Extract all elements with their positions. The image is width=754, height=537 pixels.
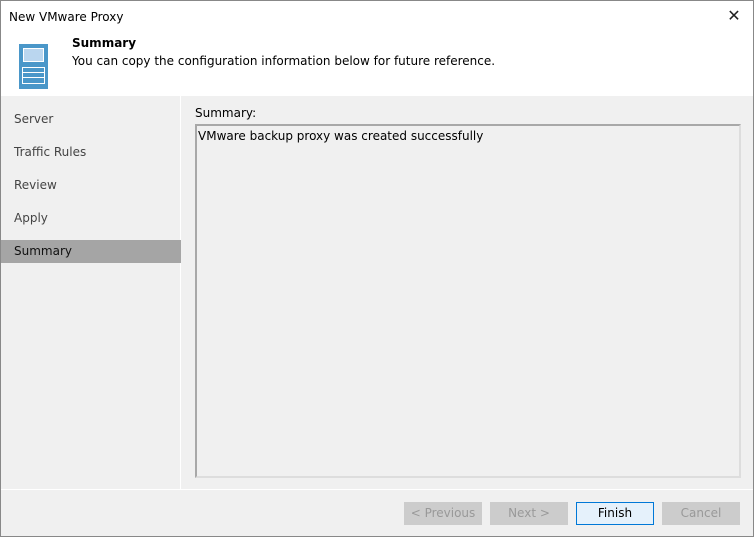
summary-textarea[interactable]: VMware backup proxy was created successf… [195, 124, 741, 478]
window-title: New VMware Proxy [9, 10, 124, 24]
footer: < Previous Next > Finish Cancel [1, 489, 753, 536]
next-button[interactable]: Next > [490, 502, 568, 525]
step-traffic-rules[interactable]: Traffic Rules [1, 141, 181, 164]
wizard-header: Summary You can copy the configuration i… [1, 33, 753, 96]
cancel-button[interactable]: Cancel [662, 502, 740, 525]
step-summary[interactable]: Summary [1, 240, 181, 263]
header-title: Summary [72, 36, 137, 50]
close-icon[interactable]: ✕ [723, 5, 745, 27]
finish-button[interactable]: Finish [576, 502, 654, 525]
steps-sidebar: Server Traffic Rules Review Apply Summar… [1, 96, 181, 489]
summary-label: Summary: [195, 106, 257, 120]
title-bar: New VMware Proxy ✕ [1, 1, 753, 33]
header-description: You can copy the configuration informati… [72, 54, 496, 68]
step-server[interactable]: Server [1, 108, 181, 131]
wizard-window: New VMware Proxy ✕ Summary You can copy … [0, 0, 754, 537]
summary-icon [19, 44, 48, 89]
step-apply[interactable]: Apply [1, 207, 181, 230]
content-panel: Summary: VMware backup proxy was created… [182, 96, 753, 489]
step-review[interactable]: Review [1, 174, 181, 197]
previous-button[interactable]: < Previous [404, 502, 482, 525]
